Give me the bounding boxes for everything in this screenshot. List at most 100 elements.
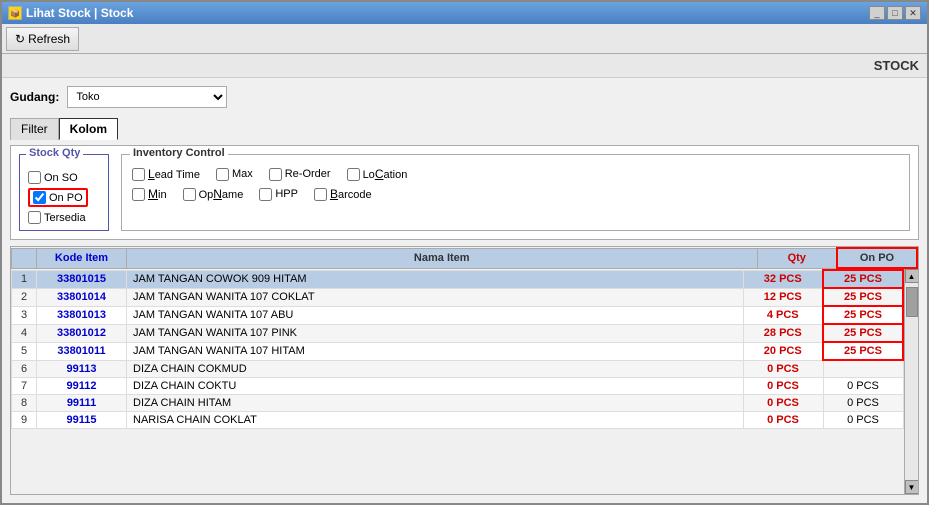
on-po-label[interactable]: On PO (49, 192, 83, 204)
header-stock: STOCK (2, 54, 927, 78)
cell-kode: 33801011 (37, 342, 127, 360)
main-window: 📦 Lihat Stock | Stock _ □ ✕ ↻ Refresh ST… (0, 0, 929, 505)
table-body-scroll[interactable]: 133801015JAM TANGAN COWOK 909 HITAM32 PC… (11, 269, 904, 494)
col-header-qty: Qty (757, 248, 837, 268)
cell-onpo: 25 PCS (823, 288, 903, 306)
cell-onpo: 25 PCS (823, 270, 903, 288)
on-so-label[interactable]: On SO (44, 172, 78, 184)
gudang-select[interactable]: Toko Gudang 1 Gudang 2 (67, 86, 227, 108)
barcode-label[interactable]: Barcode (330, 187, 372, 201)
table-scroll-area: 133801015JAM TANGAN COWOK 909 HITAM32 PC… (11, 269, 918, 494)
on-po-row: On PO (28, 188, 100, 207)
tersedia-row: Tersedia (28, 211, 100, 224)
table-row[interactable]: 433801012JAM TANGAN WANITA 107 PINK28 PC… (12, 324, 904, 342)
cell-kode: 33801013 (37, 306, 127, 324)
table-row[interactable]: 333801013JAM TANGAN WANITA 107 ABU4 PCS2… (12, 306, 904, 324)
scrollbar: ▲ ▼ (904, 269, 918, 494)
max-checkbox[interactable] (216, 168, 229, 181)
title-bar: 📦 Lihat Stock | Stock _ □ ✕ (2, 2, 927, 24)
table-row[interactable]: 999115NARISA CHAIN COKLAT0 PCS0 PCS (12, 411, 904, 428)
cell-kode: 33801012 (37, 324, 127, 342)
tersedia-checkbox[interactable] (28, 211, 41, 224)
scroll-down-arrow[interactable]: ▼ (905, 480, 919, 494)
cell-kode: 33801015 (37, 270, 127, 288)
table-row[interactable]: 799112DIZA CHAIN COKTU0 PCS0 PCS (12, 377, 904, 394)
cell-nama: NARISA CHAIN COKLAT (127, 411, 744, 428)
gudang-label: Gudang: (10, 90, 59, 104)
col-header-onpo: On PO (837, 248, 917, 268)
cell-qty: 0 PCS (743, 360, 823, 377)
re-order-label[interactable]: Re-Order (285, 168, 331, 180)
opname-check: OpName (183, 187, 244, 201)
cell-nama: JAM TANGAN COWOK 909 HITAM (127, 270, 744, 288)
cell-qty: 4 PCS (743, 306, 823, 324)
stock-qty-legend: Stock Qty (26, 147, 83, 159)
table-row[interactable]: 699113DIZA CHAIN COKMUD0 PCS (12, 360, 904, 377)
cell-onpo: 0 PCS (823, 377, 903, 394)
minimize-button[interactable]: _ (869, 6, 885, 20)
min-label[interactable]: Min (148, 187, 167, 201)
col-header-kode: Kode Item (37, 248, 127, 268)
main-content: Gudang: Toko Gudang 1 Gudang 2 Filter Ko… (2, 78, 927, 503)
table-row[interactable]: 233801014JAM TANGAN WANITA 107 COKLAT12 … (12, 288, 904, 306)
cell-no: 7 (12, 377, 37, 394)
cell-no: 6 (12, 360, 37, 377)
location-checkbox[interactable] (347, 168, 360, 181)
hpp-label[interactable]: HPP (275, 188, 298, 200)
cell-kode: 99113 (37, 360, 127, 377)
cell-no: 2 (12, 288, 37, 306)
refresh-label: Refresh (28, 32, 70, 46)
on-po-checkbox[interactable] (33, 191, 46, 204)
barcode-checkbox[interactable] (314, 188, 327, 201)
table-row[interactable]: 533801011JAM TANGAN WANITA 107 HITAM20 P… (12, 342, 904, 360)
cell-kode: 99112 (37, 377, 127, 394)
lead-time-checkbox[interactable] (132, 168, 145, 181)
table-row[interactable]: 899111DIZA CHAIN HITAM0 PCS0 PCS (12, 394, 904, 411)
cell-kode: 99111 (37, 394, 127, 411)
filter-panel: Stock Qty On SO On PO Tersedia (10, 145, 919, 240)
max-label[interactable]: Max (232, 168, 253, 180)
inv-row-2: Min OpName HPP Barcode (132, 187, 899, 201)
location-label[interactable]: LoCation (363, 167, 408, 181)
tab-filter[interactable]: Filter (10, 118, 59, 140)
min-checkbox[interactable] (132, 188, 145, 201)
cell-nama: JAM TANGAN WANITA 107 COKLAT (127, 288, 744, 306)
cell-nama: JAM TANGAN WANITA 107 PINK (127, 324, 744, 342)
re-order-check: Re-Order (269, 168, 331, 181)
cell-nama: DIZA CHAIN COKTU (127, 377, 744, 394)
re-order-checkbox[interactable] (269, 168, 282, 181)
opname-checkbox[interactable] (183, 188, 196, 201)
cell-nama: JAM TANGAN WANITA 107 HITAM (127, 342, 744, 360)
refresh-button[interactable]: ↻ Refresh (6, 27, 79, 51)
table-body: 133801015JAM TANGAN COWOK 909 HITAM32 PC… (11, 269, 904, 429)
tersedia-label[interactable]: Tersedia (44, 212, 86, 224)
scroll-track[interactable] (905, 283, 919, 480)
gudang-row: Gudang: Toko Gudang 1 Gudang 2 (10, 86, 919, 108)
refresh-icon: ↻ (15, 32, 25, 46)
cell-qty: 0 PCS (743, 394, 823, 411)
hpp-check: HPP (259, 188, 298, 201)
opname-label[interactable]: OpName (199, 187, 244, 201)
cell-no: 8 (12, 394, 37, 411)
data-table: Kode Item Nama Item Qty On PO (11, 247, 918, 269)
hpp-checkbox[interactable] (259, 188, 272, 201)
min-check: Min (132, 187, 167, 201)
cell-no: 4 (12, 324, 37, 342)
scroll-thumb[interactable] (906, 287, 918, 317)
toolbar: ↻ Refresh (2, 24, 927, 54)
on-so-checkbox[interactable] (28, 171, 41, 184)
tab-kolom[interactable]: Kolom (59, 118, 118, 140)
data-table-container: Kode Item Nama Item Qty On PO (10, 246, 919, 495)
scroll-up-arrow[interactable]: ▲ (905, 269, 919, 283)
lead-time-label[interactable]: Lead Time (148, 167, 200, 181)
on-po-outline: On PO (28, 188, 88, 207)
close-button[interactable]: ✕ (905, 6, 921, 20)
cell-nama: DIZA CHAIN HITAM (127, 394, 744, 411)
table-row[interactable]: 133801015JAM TANGAN COWOK 909 HITAM32 PC… (12, 270, 904, 288)
restore-button[interactable]: □ (887, 6, 903, 20)
cell-nama: DIZA CHAIN COKMUD (127, 360, 744, 377)
cell-no: 9 (12, 411, 37, 428)
cell-kode: 33801014 (37, 288, 127, 306)
cell-onpo: 0 PCS (823, 411, 903, 428)
on-so-row: On SO (28, 171, 100, 184)
